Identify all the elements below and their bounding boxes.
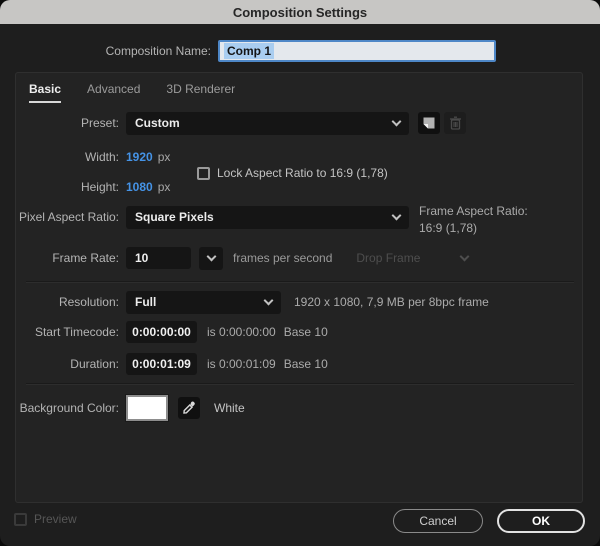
composition-settings-dialog: Composition Settings Composition Name: C… <box>0 0 600 546</box>
cancel-button[interactable]: Cancel <box>393 509 483 533</box>
composition-name-row: Composition Name: Comp 1 <box>0 40 600 62</box>
pixel-aspect-select[interactable]: Square Pixels <box>126 205 409 229</box>
drop-frame-value: Drop Frame <box>356 251 421 265</box>
frame-rate-label: Frame Rate: <box>52 251 119 265</box>
composition-name-selected-text: Comp 1 <box>224 43 275 59</box>
start-timecode-input[interactable]: 0:00:00:00 <box>126 321 197 343</box>
height-row: Height: 1080 px <box>16 175 584 199</box>
frame-rate-row: Frame Rate: 10 frames per second Drop Fr… <box>16 246 584 270</box>
height-value[interactable]: 1080 <box>126 180 153 194</box>
width-value[interactable]: 1920 <box>126 150 153 164</box>
preview-label: Preview <box>34 512 77 526</box>
start-timecode-is: is 0:00:00:00 <box>207 325 276 339</box>
chevron-down-icon <box>391 210 402 220</box>
dialog-titlebar[interactable]: Composition Settings <box>0 0 600 24</box>
tab-3d-renderer[interactable]: 3D Renderer <box>166 82 235 103</box>
start-timecode-value: 0:00:00:00 <box>132 325 191 339</box>
duration-value: 0:00:01:09 <box>132 357 191 371</box>
frame-rate-preset-button[interactable] <box>199 246 223 270</box>
tab-basic[interactable]: Basic <box>29 82 62 103</box>
preset-label: Preset: <box>80 116 119 130</box>
resolution-row: Resolution: Full 1920 x 1080, 7,9 MB per… <box>16 290 584 314</box>
background-color-label: Background Color: <box>19 401 119 415</box>
height-label: Height: <box>80 180 119 194</box>
width-label: Width: <box>84 150 119 164</box>
composition-name-input[interactable]: Comp 1 <box>218 40 496 62</box>
eyedropper-button[interactable] <box>178 397 200 419</box>
frame-aspect-value: 16:9 (1,78) <box>419 221 478 235</box>
trash-icon <box>449 116 461 130</box>
frame-aspect-label: Frame Aspect Ratio: <box>419 204 528 218</box>
frame-rate-unit: frames per second <box>233 251 333 265</box>
preset-select[interactable]: Custom <box>126 111 409 135</box>
duration-base: Base 10 <box>283 357 328 371</box>
height-unit: px <box>157 180 171 194</box>
save-preset-button[interactable] <box>418 112 440 134</box>
pixel-aspect-value: Square Pixels <box>135 210 214 224</box>
preset-row: Preset: Custom <box>16 111 584 135</box>
chevron-down-icon <box>391 116 402 126</box>
duration-label: Duration: <box>70 357 119 371</box>
preview-toggle: Preview <box>14 512 77 526</box>
frame-rate-value: 10 <box>135 251 149 265</box>
duration-is: is 0:00:01:09 <box>207 357 276 371</box>
chevron-down-icon <box>459 251 470 261</box>
preset-value: Custom <box>135 116 180 130</box>
settings-panel: Basic Advanced 3D Renderer Preset: Custo… <box>15 72 583 503</box>
resolution-info: 1920 x 1080, 7,9 MB per 8bpc frame <box>294 295 489 309</box>
save-preset-icon <box>423 117 435 129</box>
start-timecode-row: Start Timecode: 0:00:00:00 is 0:00:00:00… <box>16 320 584 344</box>
tab-bar: Basic Advanced 3D Renderer <box>29 82 235 103</box>
width-unit: px <box>157 150 171 164</box>
background-color-name: White <box>214 401 245 415</box>
resolution-select[interactable]: Full <box>126 290 281 314</box>
background-color-row: Background Color: White <box>16 394 584 422</box>
frame-rate-input[interactable]: 10 <box>126 247 191 269</box>
composition-name-label: Composition Name: <box>105 44 211 58</box>
eyedropper-icon <box>183 401 195 414</box>
start-timecode-base: Base 10 <box>283 325 328 339</box>
chevron-down-icon <box>263 295 274 305</box>
tab-advanced[interactable]: Advanced <box>87 82 140 103</box>
frame-aspect-info: Frame Aspect Ratio: 16:9 (1,78) <box>419 203 528 237</box>
separator <box>26 281 574 283</box>
dialog-title: Composition Settings <box>232 4 368 20</box>
duration-input[interactable]: 0:00:01:09 <box>126 353 197 375</box>
separator <box>26 383 574 385</box>
start-timecode-label: Start Timecode: <box>34 325 119 339</box>
background-color-swatch[interactable] <box>125 394 169 422</box>
drop-frame-select: Drop Frame <box>356 251 470 265</box>
chevron-down-icon <box>206 251 216 261</box>
delete-preset-button[interactable] <box>444 112 466 134</box>
pixel-aspect-label: Pixel Aspect Ratio: <box>18 210 119 224</box>
resolution-value: Full <box>135 295 157 309</box>
preview-checkbox[interactable] <box>14 512 27 526</box>
resolution-label: Resolution: <box>58 295 119 309</box>
duration-row: Duration: 0:00:01:09 is 0:00:01:09 Base … <box>16 352 584 376</box>
ok-button[interactable]: OK <box>497 509 585 533</box>
